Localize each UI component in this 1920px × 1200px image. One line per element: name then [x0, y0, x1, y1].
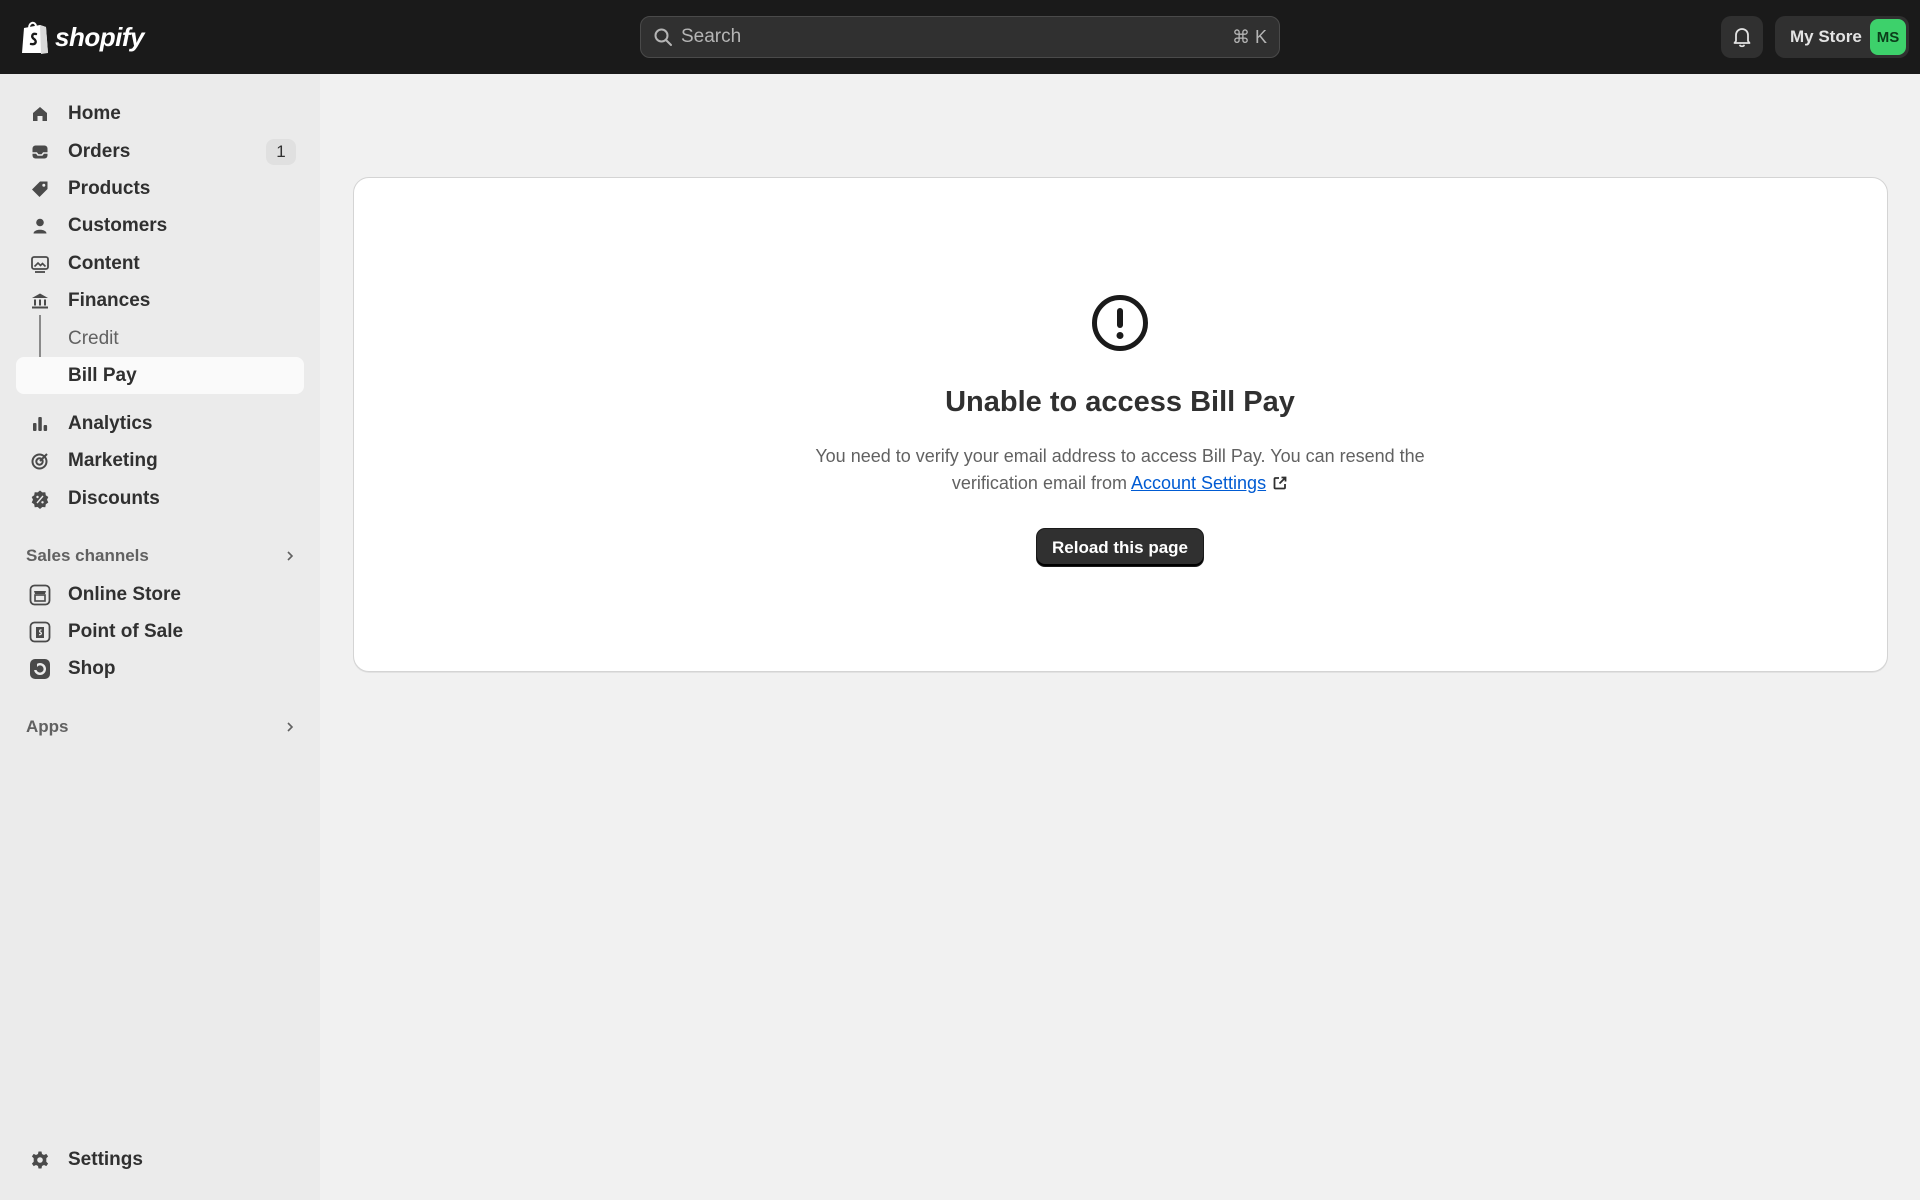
bell-icon — [1733, 28, 1751, 48]
page-title: Unable to access Bill Pay — [945, 386, 1295, 418]
sidebar-item-products[interactable]: Products — [16, 170, 304, 207]
shopify-bag-icon — [22, 21, 48, 54]
sidebar-item-marketing[interactable]: Marketing — [16, 442, 304, 479]
apps-label: Apps — [26, 717, 69, 736]
sidebar-item-label: Point of Sale — [68, 620, 184, 642]
chevron-right-icon — [287, 551, 294, 561]
sidebar-item-label: Products — [68, 177, 151, 199]
sales-channels-heading[interactable]: Sales channels — [26, 541, 296, 571]
sidebar-item-customers[interactable]: Customers — [16, 207, 304, 244]
sidebar-item-label: Credit — [68, 327, 119, 349]
reload-page-button[interactable]: Reload this page — [1037, 529, 1203, 566]
sidebar-item-home[interactable]: Home — [16, 95, 304, 132]
sidebar-item-label: Discounts — [68, 487, 160, 509]
sidebar-item-label: Online Store — [68, 583, 181, 605]
shop-icon — [28, 657, 52, 681]
search-input[interactable]: Search ⌘ K — [640, 16, 1280, 58]
avatar: MS — [1870, 19, 1906, 55]
search-icon — [654, 28, 672, 46]
sidebar-item-label: Marketing — [68, 449, 158, 471]
sidebar-item-label: Analytics — [68, 412, 153, 434]
sidebar-item-label: Finances — [68, 289, 151, 311]
alert-circle-icon — [1092, 295, 1148, 351]
discount-icon — [28, 487, 52, 511]
sidebar-item-bill-pay[interactable]: Bill Pay — [16, 357, 304, 394]
home-icon — [28, 102, 52, 126]
search-shortcut: ⌘ K — [1231, 26, 1267, 47]
sidebar-item-finances[interactable]: Finances — [16, 282, 304, 319]
sidebar-item-point-of-sale[interactable]: Point of Sale — [16, 613, 304, 650]
error-card — [353, 177, 1888, 672]
sidebar-item-discounts[interactable]: Discounts — [16, 480, 304, 517]
tag-icon — [28, 177, 52, 201]
error-description-text: You need to verify your email address to… — [815, 446, 1425, 493]
sidebar-item-content[interactable]: Content — [16, 245, 304, 282]
sidebar-item-label: Home — [68, 102, 121, 124]
sidebar-item-label: Bill Pay — [68, 364, 137, 386]
target-icon — [28, 449, 52, 473]
store-menu-button[interactable]: My Store MS — [1775, 16, 1909, 58]
sidebar-item-analytics[interactable]: Analytics — [16, 405, 304, 442]
sidebar-item-label: Shop — [68, 657, 116, 679]
pos-icon — [28, 620, 52, 644]
sidebar-item-settings[interactable]: Settings — [16, 1141, 304, 1178]
error-description: You need to verify your email address to… — [780, 443, 1460, 497]
apps-heading[interactable]: Apps — [26, 712, 296, 742]
chevron-right-icon — [287, 722, 294, 732]
sidebar-item-label: Orders — [68, 140, 131, 162]
sidebar-item-label: Content — [68, 252, 140, 274]
sidebar-item-shop[interactable]: Shop — [16, 650, 304, 687]
top-bar: shopify Search ⌘ K My Store MS — [0, 0, 1920, 74]
sidebar-item-online-store[interactable]: Online Store — [16, 576, 304, 613]
bar-chart-icon — [28, 412, 52, 436]
image-icon — [28, 252, 52, 276]
bank-icon — [28, 289, 52, 313]
person-icon — [28, 214, 52, 238]
inbox-icon — [28, 140, 52, 164]
account-settings-link[interactable]: Account Settings — [1131, 473, 1266, 493]
store-name: My Store — [1790, 27, 1862, 46]
sales-channels-label: Sales channels — [26, 546, 149, 565]
external-link-icon — [1273, 476, 1287, 490]
sidebar-item-label: Settings — [68, 1148, 143, 1170]
brand-name: shopify — [55, 21, 144, 52]
orders-count-badge: 1 — [266, 139, 296, 165]
notifications-button[interactable] — [1721, 16, 1763, 58]
sidebar-item-orders[interactable]: Orders 1 — [16, 133, 304, 170]
sidebar-item-credit[interactable]: Credit — [16, 320, 304, 357]
shopify-logo[interactable]: shopify — [20, 20, 144, 54]
gear-icon — [28, 1148, 52, 1172]
search-placeholder: Search — [681, 26, 742, 47]
online-store-icon — [28, 583, 52, 607]
sidebar-item-label: Customers — [68, 214, 168, 236]
